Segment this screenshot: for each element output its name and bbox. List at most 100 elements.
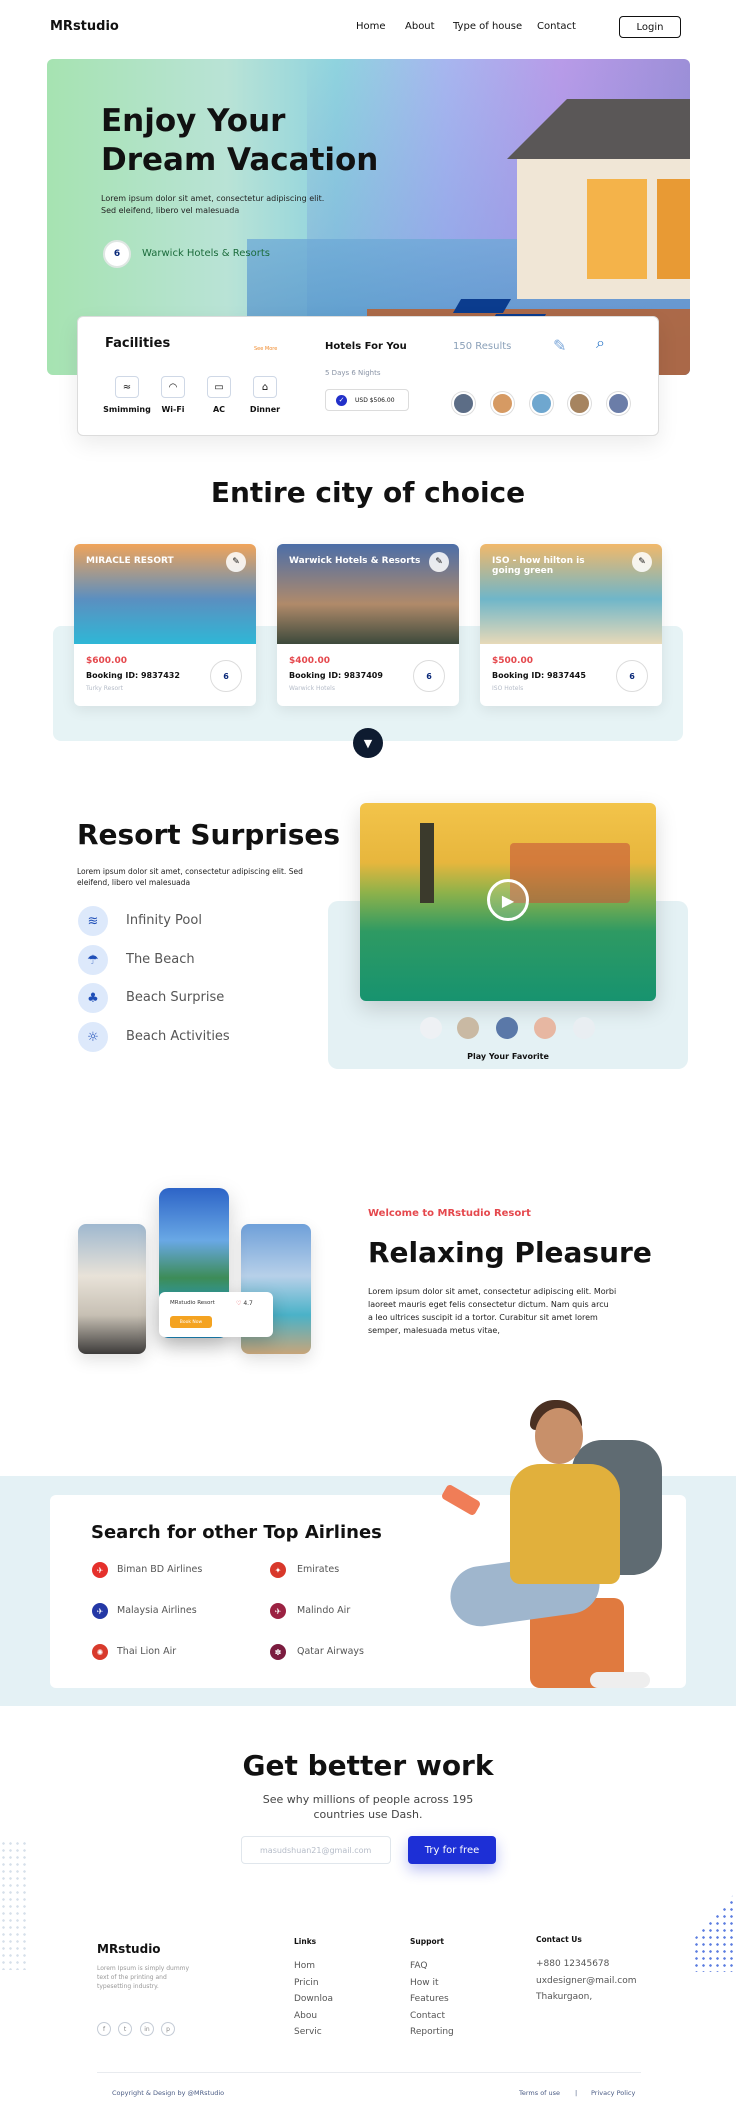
feature-the-beach[interactable]: The Beach [126, 952, 195, 967]
footer-link[interactable]: Contact [410, 2008, 454, 2025]
hotel-card-price: $600.00 [86, 656, 127, 666]
airline-biman[interactable]: Biman BD Airlines [117, 1564, 202, 1575]
hotel-card[interactable]: Warwick Hotels & Resorts ✎ $400.00 Booki… [277, 544, 459, 706]
traveler-head [535, 1408, 583, 1464]
decorative-dots [0, 1840, 30, 1970]
brand-logo[interactable]: MRstudio [50, 19, 119, 34]
see-more-link[interactable]: See More [254, 346, 277, 352]
airline-qatar[interactable]: Qatar Airways [297, 1646, 364, 1657]
nav-about[interactable]: About [405, 21, 435, 32]
cta-title: Get better work [242, 1749, 494, 1782]
play-icon[interactable]: ▶ [487, 879, 529, 921]
dinner-icon[interactable]: ⌂ [253, 376, 277, 398]
airline-thai-lion[interactable]: Thai Lion Air [117, 1646, 176, 1657]
hotel-card-subtitle: Turky Resort [86, 685, 123, 692]
price-selector[interactable]: ✓ USD $506.00 [325, 389, 409, 411]
footer-link[interactable]: Pricin [294, 1975, 333, 1992]
hero-hotel-name[interactable]: Warwick Hotels & Resorts [142, 248, 270, 259]
resort-text: Lorem ipsum dolor sit amet, consectetur … [77, 866, 317, 888]
edit-icon[interactable]: ✎ [429, 552, 449, 572]
feature-beach-activities[interactable]: Beach Activities [126, 1029, 230, 1044]
book-now-button[interactable]: Book Now [170, 1316, 212, 1328]
hotel-thumbnail[interactable] [530, 392, 553, 415]
footer-description-line: typesetting industry. [97, 1983, 159, 1990]
footer-support-title: Support [410, 1937, 444, 1946]
gallery-dot[interactable] [496, 1017, 518, 1039]
feature-infinity-pool[interactable]: Infinity Pool [126, 913, 202, 928]
resort-popup-card [159, 1292, 273, 1337]
footer-link[interactable]: Downloa [294, 1991, 333, 2008]
twitter-icon[interactable]: t [118, 2022, 132, 2036]
pinterest-icon[interactable]: p [161, 2022, 175, 2036]
edit-icon[interactable]: ✎ [226, 552, 246, 572]
sunset-icon: ☼ [78, 1022, 108, 1052]
airline-malindo[interactable]: Malindo Air [297, 1605, 350, 1616]
privacy-link[interactable]: Privacy Policy [591, 2089, 635, 2097]
palm-icon: ♣ [78, 983, 108, 1013]
login-button[interactable]: Login [619, 16, 681, 38]
gallery-dot[interactable] [420, 1017, 442, 1039]
hero-text-line: Sed eleifend, libero vel malesuada [101, 206, 240, 215]
facebook-icon[interactable]: f [97, 2022, 111, 2036]
footer-link[interactable]: Servic [294, 2024, 333, 2041]
traveler-body [510, 1464, 620, 1584]
hotel-card-subtitle: ISO Hotels [492, 685, 524, 692]
footer-support-list: FAQ How it Features Contact Reporting [410, 1958, 454, 2041]
play-caption: Play Your Favorite [467, 1052, 549, 1061]
footer-link[interactable]: Reporting [410, 2024, 454, 2041]
nav-contact[interactable]: Contact [537, 21, 576, 32]
footer-link[interactable]: How it [410, 1975, 454, 1992]
footer-phone[interactable]: +880 12345678 [536, 1956, 637, 1973]
email-field[interactable]: masudshuan21@gmail.com [241, 1836, 391, 1864]
footer-link[interactable]: Abou [294, 2008, 333, 2025]
airline-emirates[interactable]: Emirates [297, 1564, 339, 1575]
footer-description-line: Lorem Ipsum is simply dummy [97, 1965, 190, 1972]
terms-link[interactable]: Terms of use [519, 2089, 560, 2097]
try-for-free-button[interactable]: Try for free [408, 1836, 496, 1864]
gallery-dot[interactable] [534, 1017, 556, 1039]
footer-email[interactable]: uxdesigner@mail.com [536, 1973, 637, 1990]
resort-title: Resort Surprises [77, 818, 341, 851]
hotel-card-booking-id: Booking ID: 9837432 [86, 671, 180, 680]
footer-link[interactable]: Features [410, 1991, 454, 2008]
check-icon: ✓ [336, 394, 347, 406]
pencil-icon[interactable]: ✎ [553, 336, 566, 355]
search-icon[interactable]: ⌕ [596, 333, 605, 353]
hotel-logo-icon: 6 [103, 240, 131, 268]
chevron-down-icon[interactable]: ▼ [353, 728, 383, 758]
hotel-card[interactable]: MIRACLE RESORT ✎ $600.00 Booking ID: 983… [74, 544, 256, 706]
airline-malaysia[interactable]: Malaysia Airlines [117, 1605, 197, 1616]
hotel-logo-icon: 6 [616, 660, 648, 692]
linkedin-icon[interactable]: in [140, 2022, 154, 2036]
cta-subtitle-line: See why millions of people across 195 [262, 1793, 474, 1806]
airline-logo-icon: ✈ [270, 1603, 286, 1619]
pleasure-text-line: laoreet mauris eget felis consectetur di… [368, 1300, 609, 1309]
nav-type-of-house[interactable]: Type of house [453, 21, 522, 32]
stay-duration: 5 Days 6 Nights [325, 369, 381, 377]
ac-icon[interactable]: ▭ [207, 376, 231, 398]
airlines-title: Search for other Top Airlines [91, 1522, 382, 1543]
nav-home[interactable]: Home [356, 21, 386, 32]
gallery-dot[interactable] [457, 1017, 479, 1039]
footer-link[interactable]: FAQ [410, 1958, 454, 1975]
rating-value: 4.7 [243, 1300, 253, 1307]
hotel-thumbnail[interactable] [607, 392, 630, 415]
copyright: Copyright & Design by @MRstudio [112, 2089, 225, 2097]
hotel-thumbnail[interactable] [491, 392, 514, 415]
price-value: USD $506.00 [355, 396, 395, 404]
footer-description: Lorem Ipsum is simply dummy text of the … [97, 1964, 197, 1991]
wifi-icon[interactable]: ◠ [161, 376, 185, 398]
pool-icon[interactable]: ≈ [115, 376, 139, 398]
resort-text-line: eleifend, libero vel malesuada [77, 878, 191, 887]
hotel-card[interactable]: ISO - how hilton is going green ✎ $500.0… [480, 544, 662, 706]
footer-address: Thakurgaon, [536, 1992, 593, 2002]
footer-link[interactable]: Hom [294, 1958, 333, 1975]
hotel-card-name: MIRACLE RESORT [86, 556, 174, 566]
edit-icon[interactable]: ✎ [632, 552, 652, 572]
cta-subtitle-line: countries use Dash. [313, 1808, 423, 1821]
feature-beach-surprise[interactable]: Beach Surprise [126, 990, 224, 1005]
gallery-dot[interactable] [573, 1017, 595, 1039]
hotel-thumbnail[interactable] [452, 392, 475, 415]
footer-brand[interactable]: MRstudio [97, 1942, 161, 1956]
hotel-thumbnail[interactable] [568, 392, 591, 415]
